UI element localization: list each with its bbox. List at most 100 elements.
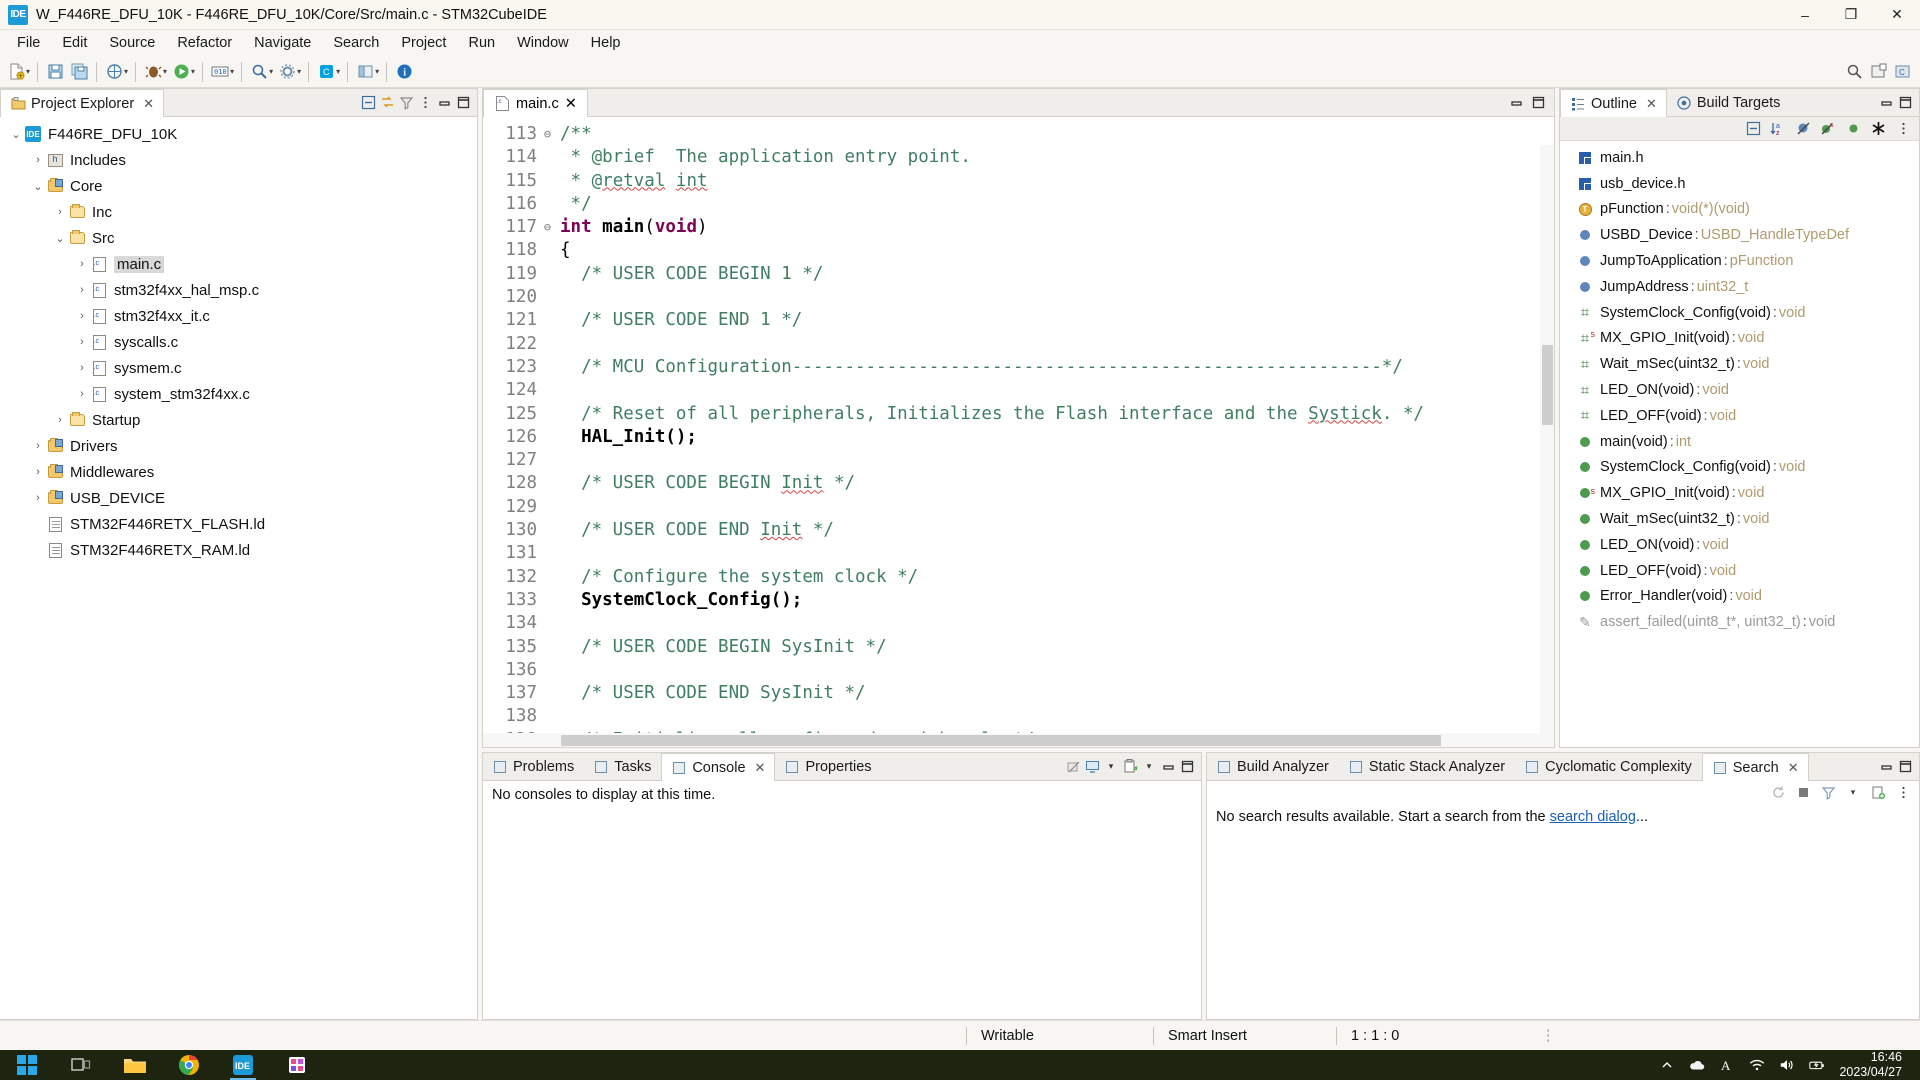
tree-item[interactable]: › system_stm32f4xx.c	[0, 381, 477, 407]
hide-fields-icon[interactable]	[1795, 121, 1811, 137]
save-all-icon[interactable]	[68, 61, 90, 83]
chrome-icon[interactable]	[162, 1050, 216, 1080]
file-explorer-icon[interactable]	[108, 1050, 162, 1080]
close-icon[interactable]: ✕	[1788, 760, 1799, 776]
view-menu-icon[interactable]	[1895, 784, 1911, 800]
store-icon[interactable]	[270, 1050, 324, 1080]
tab-project-explorer[interactable]: Project Explorer ✕	[0, 89, 165, 117]
menu-file[interactable]: File	[6, 32, 51, 54]
minimize-icon[interactable]	[1878, 95, 1894, 111]
tab-problems[interactable]: Problems	[483, 753, 584, 780]
minimize-icon[interactable]	[1508, 95, 1524, 111]
battery-icon[interactable]	[1809, 1057, 1825, 1073]
open-perspective-icon[interactable]	[1867, 61, 1889, 83]
filter-icon[interactable]	[1820, 784, 1836, 800]
maximize-icon[interactable]	[1897, 759, 1913, 775]
binary-icon[interactable]: 010	[209, 61, 231, 83]
clear-console-icon[interactable]	[1065, 759, 1081, 775]
tab-build-targets[interactable]: Build Targets	[1667, 89, 1791, 116]
tree-item[interactable]: › sysmem.c	[0, 355, 477, 381]
view-menu-icon[interactable]	[1895, 121, 1911, 137]
maximize-icon[interactable]	[1897, 95, 1913, 111]
outline-item[interactable]: main(void) : int	[1560, 429, 1919, 455]
menu-search[interactable]: Search	[322, 32, 390, 54]
open-console-caret-icon[interactable]: ▾	[1141, 759, 1157, 775]
build-all-icon[interactable]	[103, 61, 125, 83]
outline-item[interactable]: JumpToApplication : pFunction	[1560, 248, 1919, 274]
outline-item[interactable]: JumpAddress : uint32_t	[1560, 274, 1919, 300]
search-icon[interactable]	[248, 61, 270, 83]
chevron-right-icon[interactable]: ›	[52, 206, 68, 218]
save-icon[interactable]	[44, 61, 66, 83]
cubemx-icon[interactable]: C	[315, 61, 337, 83]
outline-item[interactable]: TpFunction : void(*)(void)	[1560, 197, 1919, 223]
debug-icon[interactable]	[142, 61, 164, 83]
tree-item[interactable]: › syscalls.c	[0, 329, 477, 355]
collapse-all-icon[interactable]	[360, 95, 376, 111]
close-button[interactable]: ✕	[1874, 0, 1920, 30]
close-icon[interactable]: ✕	[143, 96, 154, 112]
tree-item[interactable]: › Startup	[0, 407, 477, 433]
new-icon[interactable]	[5, 61, 27, 83]
stop-icon[interactable]	[1795, 784, 1811, 800]
outline-item[interactable]: ⌗ LED_OFF(void) : void	[1560, 403, 1919, 429]
chevron-right-icon[interactable]: ›	[74, 284, 90, 296]
chevron-down-icon[interactable]: ⌄	[30, 180, 46, 193]
outline-item[interactable]: SystemClock_Config(void) : void	[1560, 455, 1919, 481]
tree-item[interactable]: ⌄ IDE F446RE_DFU_10K	[0, 121, 477, 147]
tab-properties[interactable]: Properties	[775, 753, 881, 780]
outline-item[interactable]: main.h	[1560, 145, 1919, 171]
outline-item[interactable]: ✎ assert_failed(uint8_t*, uint32_t) : voi…	[1560, 609, 1919, 635]
collapse-all-icon[interactable]	[1745, 121, 1761, 137]
project-tree[interactable]: ⌄IDEF446RE_DFU_10K›Includes⌄Core›Inc⌄Src…	[0, 117, 477, 1019]
chevron-right-icon[interactable]: ›	[52, 414, 68, 426]
menu-window[interactable]: Window	[506, 32, 580, 54]
chevron-right-icon[interactable]: ›	[30, 440, 46, 452]
info-icon[interactable]: i	[393, 61, 415, 83]
status-overflow-menu[interactable]: ⋮	[1527, 1025, 1570, 1047]
link-with-editor-icon[interactable]	[379, 95, 395, 111]
minimize-icon[interactable]	[436, 95, 452, 111]
display-console-icon[interactable]	[1084, 759, 1100, 775]
task-view-icon[interactable]	[54, 1050, 108, 1080]
editor-horizontal-scroll-thumb[interactable]	[561, 735, 1441, 746]
outline-item[interactable]: LED_ON(void) : void	[1560, 532, 1919, 558]
tab-outline[interactable]: Outline ✕	[1560, 89, 1667, 117]
show-hidden-icons-icon[interactable]	[1659, 1057, 1675, 1073]
tree-item[interactable]: › main.c	[0, 251, 477, 277]
config-icon[interactable]	[276, 61, 298, 83]
tree-item[interactable]: › Includes	[0, 147, 477, 173]
hide-nonpublic-icon[interactable]	[1845, 121, 1861, 137]
tree-item[interactable]: ⌄ Core	[0, 173, 477, 199]
tree-item[interactable]: › Inc	[0, 199, 477, 225]
stm32cubeide-icon[interactable]: IDE	[216, 1050, 270, 1080]
tree-item[interactable]: STM32F446RETX_RAM.ld	[0, 537, 477, 563]
tab-cyclomatic-complexity[interactable]: Cyclomatic Complexity	[1515, 753, 1702, 780]
chevron-right-icon[interactable]: ›	[74, 310, 90, 322]
menu-project[interactable]: Project	[390, 32, 457, 54]
volume-icon[interactable]	[1779, 1057, 1795, 1073]
chevron-right-icon[interactable]: ›	[30, 492, 46, 504]
run-icon[interactable]	[170, 61, 192, 83]
maximize-button[interactable]: ❐	[1828, 0, 1874, 30]
close-icon[interactable]: ✕	[1646, 96, 1657, 112]
maximize-icon[interactable]	[455, 95, 471, 111]
quick-access-search-icon[interactable]	[1843, 61, 1865, 83]
display-console-caret-icon[interactable]: ▾	[1103, 759, 1119, 775]
chevron-right-icon[interactable]: ›	[74, 258, 90, 270]
menu-navigate[interactable]: Navigate	[243, 32, 322, 54]
outline-item[interactable]: usb_device.h	[1560, 171, 1919, 197]
maximize-icon[interactable]	[1530, 95, 1546, 111]
tree-item[interactable]: ⌄ Src	[0, 225, 477, 251]
search-dialog-link[interactable]: search dialog	[1550, 809, 1636, 825]
editor-vertical-scrollbar[interactable]	[1540, 145, 1554, 733]
outline-item[interactable]: LED_OFF(void) : void	[1560, 558, 1919, 584]
minimize-icon[interactable]	[1878, 759, 1894, 775]
view-menu-icon[interactable]	[417, 95, 433, 111]
menu-run[interactable]: Run	[457, 32, 506, 54]
editor-horizontal-scrollbar[interactable]	[483, 733, 1554, 747]
perspective-icon[interactable]	[354, 61, 376, 83]
chevron-down-icon[interactable]: ⌄	[52, 232, 68, 245]
tree-item[interactable]: › Middlewares	[0, 459, 477, 485]
outline-item[interactable]: Error_Handler(void) : void	[1560, 584, 1919, 610]
